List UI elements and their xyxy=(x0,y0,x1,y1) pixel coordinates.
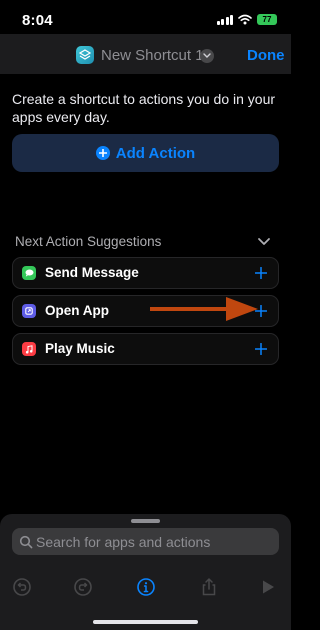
add-action-button[interactable]: Add Action xyxy=(12,134,279,172)
battery-icon: 77 xyxy=(257,14,277,25)
shortcuts-app-icon[interactable] xyxy=(76,46,94,64)
messages-icon xyxy=(22,266,36,280)
add-action-label: Add Action xyxy=(115,144,196,162)
suggestions-title: Next Action Suggestions xyxy=(15,234,162,249)
undo-icon[interactable] xyxy=(12,577,32,597)
share-icon[interactable] xyxy=(199,577,219,597)
status-icons: 77 xyxy=(216,14,277,25)
info-icon[interactable] xyxy=(136,577,156,597)
suggestion-label: Open App xyxy=(45,303,109,318)
shortcuts-glyph-icon xyxy=(79,49,91,60)
search-input[interactable] xyxy=(12,528,279,555)
suggestion-play-music[interactable]: Play Music xyxy=(12,333,279,365)
intro-text: Create a shortcut to actions you do in y… xyxy=(12,91,276,125)
suggestion-label: Send Message xyxy=(45,265,139,280)
plus-circle-icon xyxy=(95,146,110,160)
search-icon xyxy=(19,535,33,549)
sheet-grabber[interactable] xyxy=(131,519,160,523)
home-indicator xyxy=(93,620,198,624)
music-icon xyxy=(22,342,36,356)
chevron-down-icon[interactable] xyxy=(200,49,214,63)
suggestion-label: Play Music xyxy=(45,341,115,356)
cellular-signal-icon xyxy=(216,14,233,25)
redo-icon[interactable] xyxy=(73,577,93,597)
play-icon[interactable] xyxy=(258,577,278,597)
open-app-icon xyxy=(22,304,36,318)
wifi-icon xyxy=(238,14,252,25)
annotation-arrow-icon xyxy=(150,297,258,321)
shortcut-title[interactable]: New Shortcut 1 xyxy=(101,47,204,64)
plus-icon[interactable] xyxy=(250,262,272,284)
status-time: 8:04 xyxy=(22,12,53,29)
plus-icon[interactable] xyxy=(250,338,272,360)
done-button[interactable]: Done xyxy=(247,47,285,64)
suggestion-send-message[interactable]: Send Message xyxy=(12,257,279,289)
chevron-down-icon[interactable] xyxy=(256,235,272,249)
